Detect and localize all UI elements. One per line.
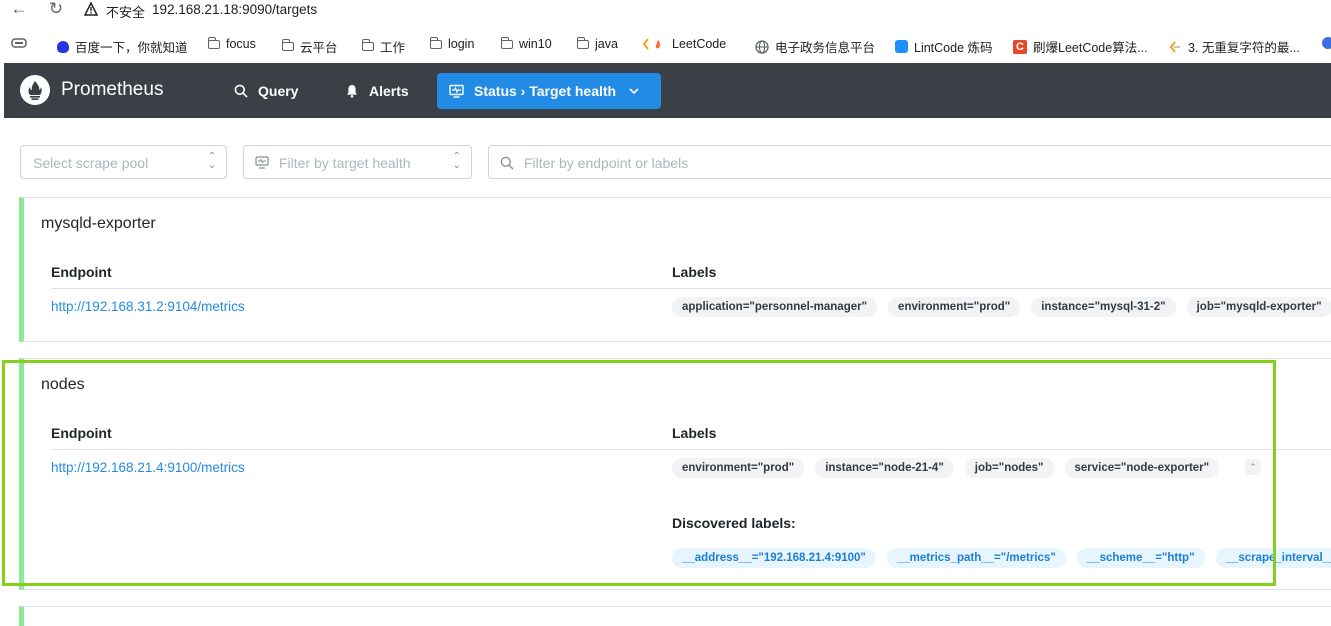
monitor-heart-icon <box>255 156 269 169</box>
scrape-pool-card <box>19 606 1331 626</box>
bookmark-login[interactable]: login <box>430 36 475 51</box>
insecure-label[interactable]: 不安全 <box>106 2 145 21</box>
bookmark-label: LeetCode <box>672 37 727 51</box>
bookmark-longest-substring[interactable]: 3. 无重复字符的最... <box>1168 37 1300 56</box>
bookmark-label: 百度一下，你就知道 <box>75 41 188 55</box>
scrape-pool-title: mysqld-exporter <box>41 215 156 232</box>
label-chip: job="nodes" <box>964 458 1054 478</box>
discovered-label-chip: __scrape_interval__="1 <box>1215 548 1331 568</box>
nav-query-label: Query <box>258 83 299 99</box>
endpoint-link[interactable]: http://192.168.21.4:9100/metrics <box>51 460 245 475</box>
bookmark-leetcode[interactable]: LeetCode <box>642 37 726 51</box>
bookmark-label: win10 <box>519 37 552 51</box>
table-divider <box>51 288 1331 289</box>
reload-icon[interactable]: ↻ <box>46 0 66 20</box>
search-icon <box>500 156 514 170</box>
bookmark-label: 工作 <box>380 41 406 55</box>
label-chip: environment="prod" <box>888 297 1021 317</box>
chevron-down-icon <box>629 88 639 95</box>
globe-icon <box>755 39 769 54</box>
bookmark-label: login <box>448 37 475 51</box>
bookmark-egov[interactable]: 电子政务信息平台 <box>755 37 875 56</box>
bookmark-leetcode-algo[interactable]: C 刷爆LeetCode算法... <box>1013 37 1148 56</box>
scrape-pool-title: nodes <box>41 376 85 393</box>
baidu-paw-icon <box>57 40 69 53</box>
label-chip: job="mysqld-exporter" <box>1186 297 1331 317</box>
folder-icon <box>430 36 442 49</box>
bookmark-cloud-platform[interactable]: 云平台 <box>282 37 338 56</box>
brand-name: Prometheus <box>61 79 164 100</box>
target-health-placeholder: Filter by target health <box>279 155 411 171</box>
scrape-pool-placeholder: Select scrape pool <box>33 155 149 171</box>
label-chip: service="node-exporter" <box>1064 458 1220 478</box>
target-health-select[interactable]: Filter by target health ⌃ ⌄ <box>243 145 472 179</box>
endpoint-label-filter-input[interactable]: Filter by endpoint or labels <box>488 145 1331 179</box>
nav-status-dropdown[interactable]: Status › Target health <box>437 73 661 109</box>
bookmark-work[interactable]: 工作 <box>362 37 405 56</box>
bookmark-label: 电子政务信息平台 <box>775 41 876 55</box>
discovered-label-chip: __scheme__="http" <box>1076 548 1205 568</box>
bell-icon <box>347 85 357 98</box>
nav-alerts[interactable]: Alerts <box>333 73 421 109</box>
lintcode-icon <box>895 40 908 53</box>
endpoint-filter-placeholder: Filter by endpoint or labels <box>524 155 689 171</box>
browser-address-bar: ← ↻ 不安全 192.168.21.18:9090/targets <box>0 0 1331 22</box>
bookmark-label: LintCode 炼码 <box>914 41 993 55</box>
bookmark-lintcode[interactable]: LintCode 炼码 <box>895 37 993 56</box>
endpoint-link[interactable]: http://192.168.31.2:9104/metrics <box>51 299 245 314</box>
folder-icon <box>282 39 294 51</box>
discovered-label-chips: __address__="192.168.21.4:9100" __metric… <box>672 548 1331 568</box>
folder-icon <box>501 36 513 49</box>
bookmark-label: 刷爆LeetCode算法... <box>1033 41 1148 55</box>
bookmark-java[interactable]: java <box>577 36 618 51</box>
label-chip: application="personnel-manager" <box>672 297 878 317</box>
label-chips: environment="prod" instance="node-21-4" … <box>672 458 1220 478</box>
bookmark-win10[interactable]: win10 <box>501 36 552 51</box>
bookmark-focus[interactable]: focus <box>208 36 256 51</box>
nav-query[interactable]: Query <box>222 73 310 109</box>
bookmark-label: focus <box>226 37 256 51</box>
bookmarks-bar: 百度一下，你就知道 focus 云平台 工作 login win10 java … <box>0 32 1331 58</box>
url-input[interactable]: 192.168.21.18:9090/targets <box>152 2 317 17</box>
label-chip: environment="prod" <box>672 458 805 478</box>
leetcode-icon <box>1169 40 1180 53</box>
search-icon <box>234 84 248 98</box>
nav-status-label: Status › Target health <box>474 83 617 99</box>
label-chips: application="personnel-manager" environm… <box>672 297 1331 317</box>
discovered-label-chip: __metrics_path__="/metrics" <box>886 548 1066 568</box>
label-chip: instance="node-21-4" <box>815 458 954 478</box>
chevron-up-down-icon: ⌃ ⌄ <box>207 151 216 171</box>
nav-alerts-label: Alerts <box>369 83 409 99</box>
scrape-pool-card: nodes Endpoint Labels http://192.168.21.… <box>19 358 1331 590</box>
back-arrow-icon[interactable]: ← <box>9 0 29 20</box>
prometheus-navbar: Prometheus Query Alerts Status › Target … <box>4 63 1331 118</box>
leetcode-icon <box>642 38 661 50</box>
monitor-heart-icon <box>449 84 464 98</box>
folder-icon <box>208 36 220 49</box>
folder-icon <box>362 39 374 51</box>
brand[interactable]: Prometheus <box>20 75 163 105</box>
discovered-labels-title: Discovered labels: <box>672 515 796 531</box>
endpoint-column-header: Endpoint <box>51 425 112 441</box>
folder-icon <box>577 36 589 49</box>
scrape-pool-select[interactable]: Select scrape pool ⌃ ⌄ <box>20 145 227 179</box>
discovered-label-chip: __address__="192.168.21.4:9100" <box>672 548 876 568</box>
chevron-up-down-icon: ⌃ ⌄ <box>452 151 461 171</box>
collapse-labels-button[interactable]: ⌃ <box>1245 459 1261 475</box>
table-divider <box>51 449 1331 450</box>
bookmark-baidu[interactable]: 百度一下，你就知道 <box>57 37 188 56</box>
device-icon[interactable] <box>11 37 27 49</box>
c-icon: C <box>1013 39 1027 54</box>
bookmark-label: java <box>595 37 618 51</box>
labels-column-header: Labels <box>672 264 717 280</box>
bookmark-label: 3. 无重复字符的最... <box>1188 41 1300 55</box>
warning-icon[interactable] <box>84 2 98 16</box>
prometheus-logo-icon <box>20 75 50 105</box>
label-chip: instance="mysql-31-2" <box>1031 297 1176 317</box>
endpoint-column-header: Endpoint <box>51 264 112 280</box>
bookmark-label: 云平台 <box>300 41 338 55</box>
scrape-pool-card: mysqld-exporter Endpoint Labels http://1… <box>19 197 1331 342</box>
labels-column-header: Labels <box>672 425 717 441</box>
bookmark-overflow-icon[interactable] <box>1322 37 1331 49</box>
